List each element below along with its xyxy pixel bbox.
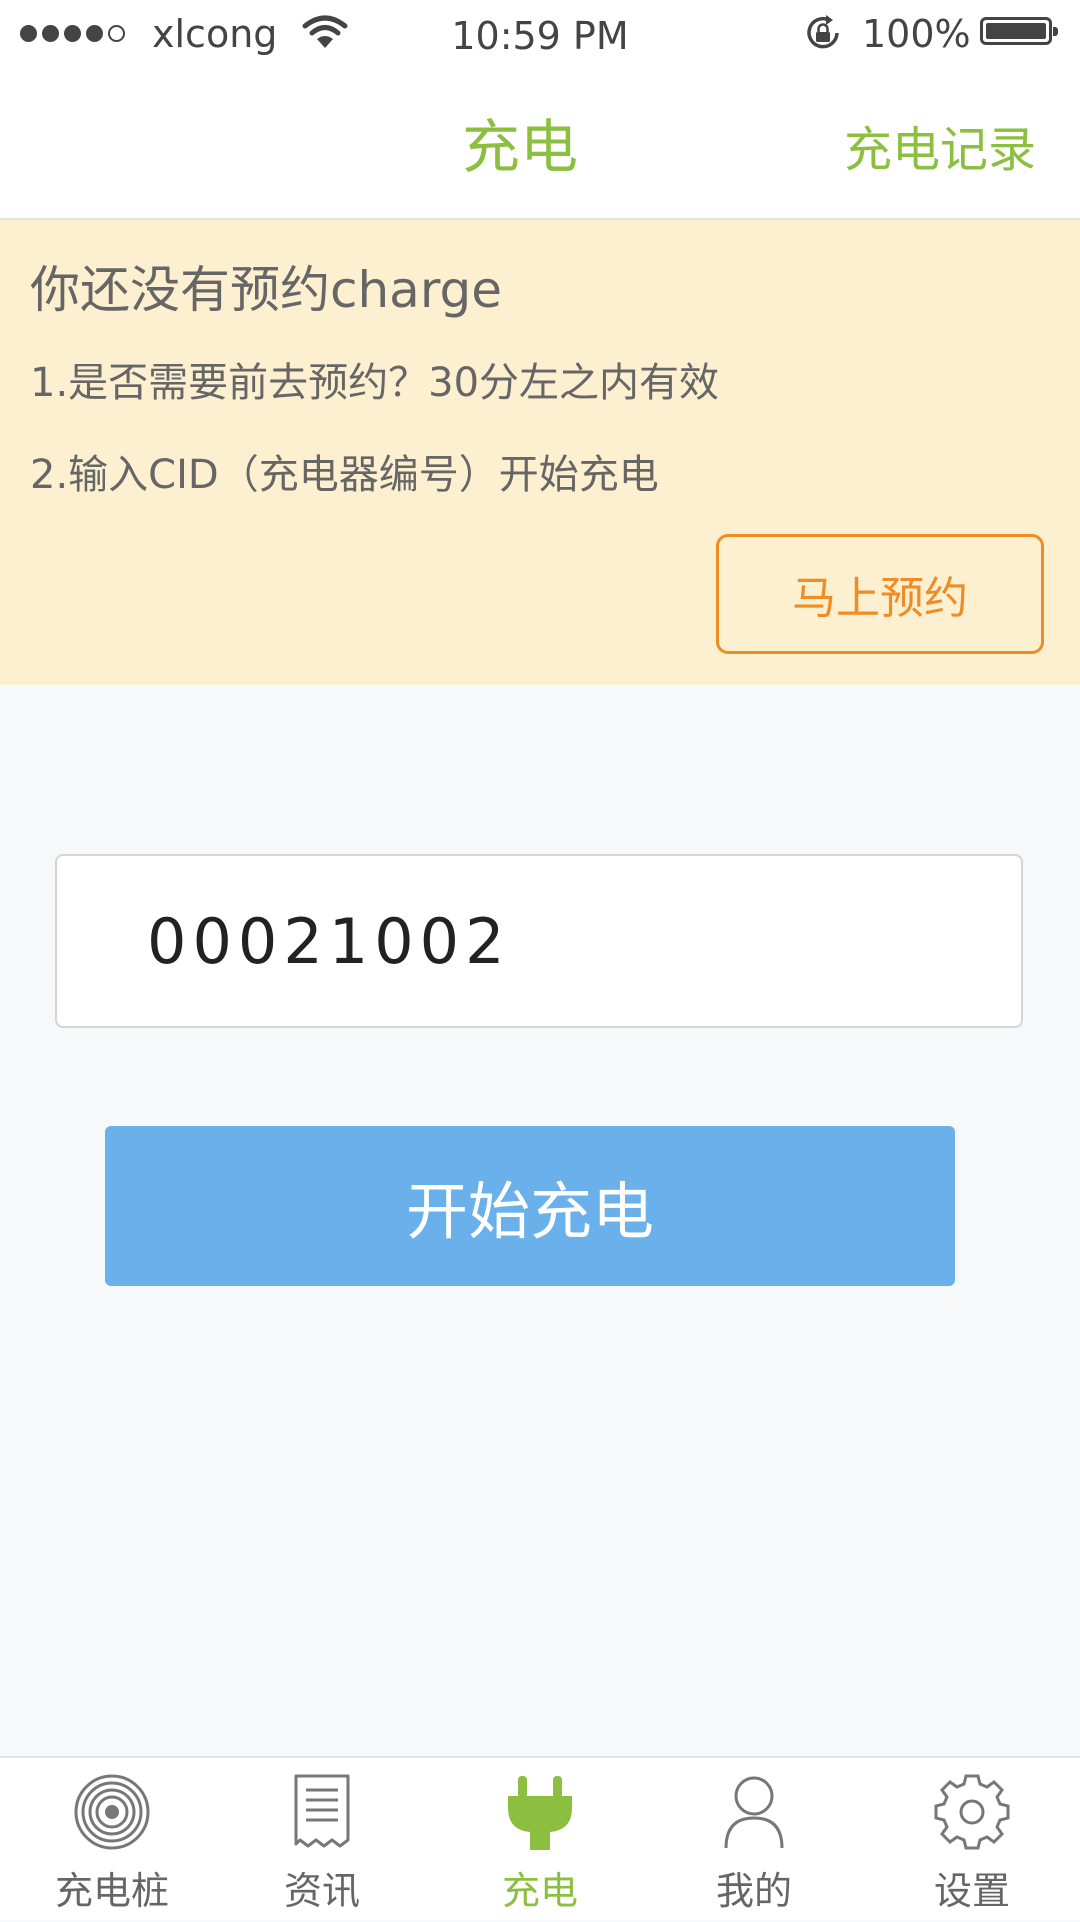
tab-settings[interactable]: 设置 — [882, 1758, 1062, 1922]
tab-label: 我的 — [715, 1869, 792, 1913]
battery-percent: 100% — [862, 12, 971, 56]
reservation-notice: 你还没有预约charge 1.是否需要前去预约？30分左之内有效 2.输入CID… — [0, 220, 1080, 685]
user-icon — [722, 1772, 786, 1856]
start-charging-button[interactable]: 开始充电 — [105, 1126, 955, 1286]
battery-cap — [1053, 27, 1058, 36]
tab-label: 充电 — [501, 1869, 578, 1913]
gear-icon — [932, 1772, 1012, 1856]
battery-icon — [980, 17, 1058, 45]
rotation-lock-icon — [803, 13, 843, 57]
charging-pile-icon — [72, 1772, 152, 1856]
notice-step-2: 2.输入CID（充电器编号）开始充电 — [30, 452, 659, 498]
nav-bar: 充电 充电记录 — [0, 70, 1080, 220]
cid-input[interactable] — [55, 854, 1023, 1028]
tab-label: 资讯 — [283, 1869, 360, 1913]
notice-title: 你还没有预约charge — [30, 261, 502, 319]
tab-label: 设置 — [933, 1869, 1010, 1913]
battery-fill — [986, 23, 1046, 39]
tab-charge[interactable]: 充电 — [450, 1758, 630, 1922]
plug-icon — [504, 1772, 576, 1856]
status-bar: xlcong 10:59 PM 100% — [0, 0, 1080, 70]
news-icon — [290, 1772, 354, 1854]
tab-mine[interactable]: 我的 — [664, 1758, 844, 1922]
reserve-now-button[interactable]: 马上预约 — [716, 534, 1044, 654]
notice-step-1: 1.是否需要前去预约？30分左之内有效 — [30, 360, 720, 406]
tab-label: 充电桩 — [54, 1869, 169, 1913]
tab-charging-pile[interactable]: 充电桩 — [22, 1758, 202, 1922]
tab-news[interactable]: 资讯 — [232, 1758, 412, 1922]
tab-bar: 充电桩 资讯 充电 我的 设置 — [0, 1756, 1080, 1920]
charging-history-link[interactable]: 充电记录 — [844, 110, 1036, 180]
